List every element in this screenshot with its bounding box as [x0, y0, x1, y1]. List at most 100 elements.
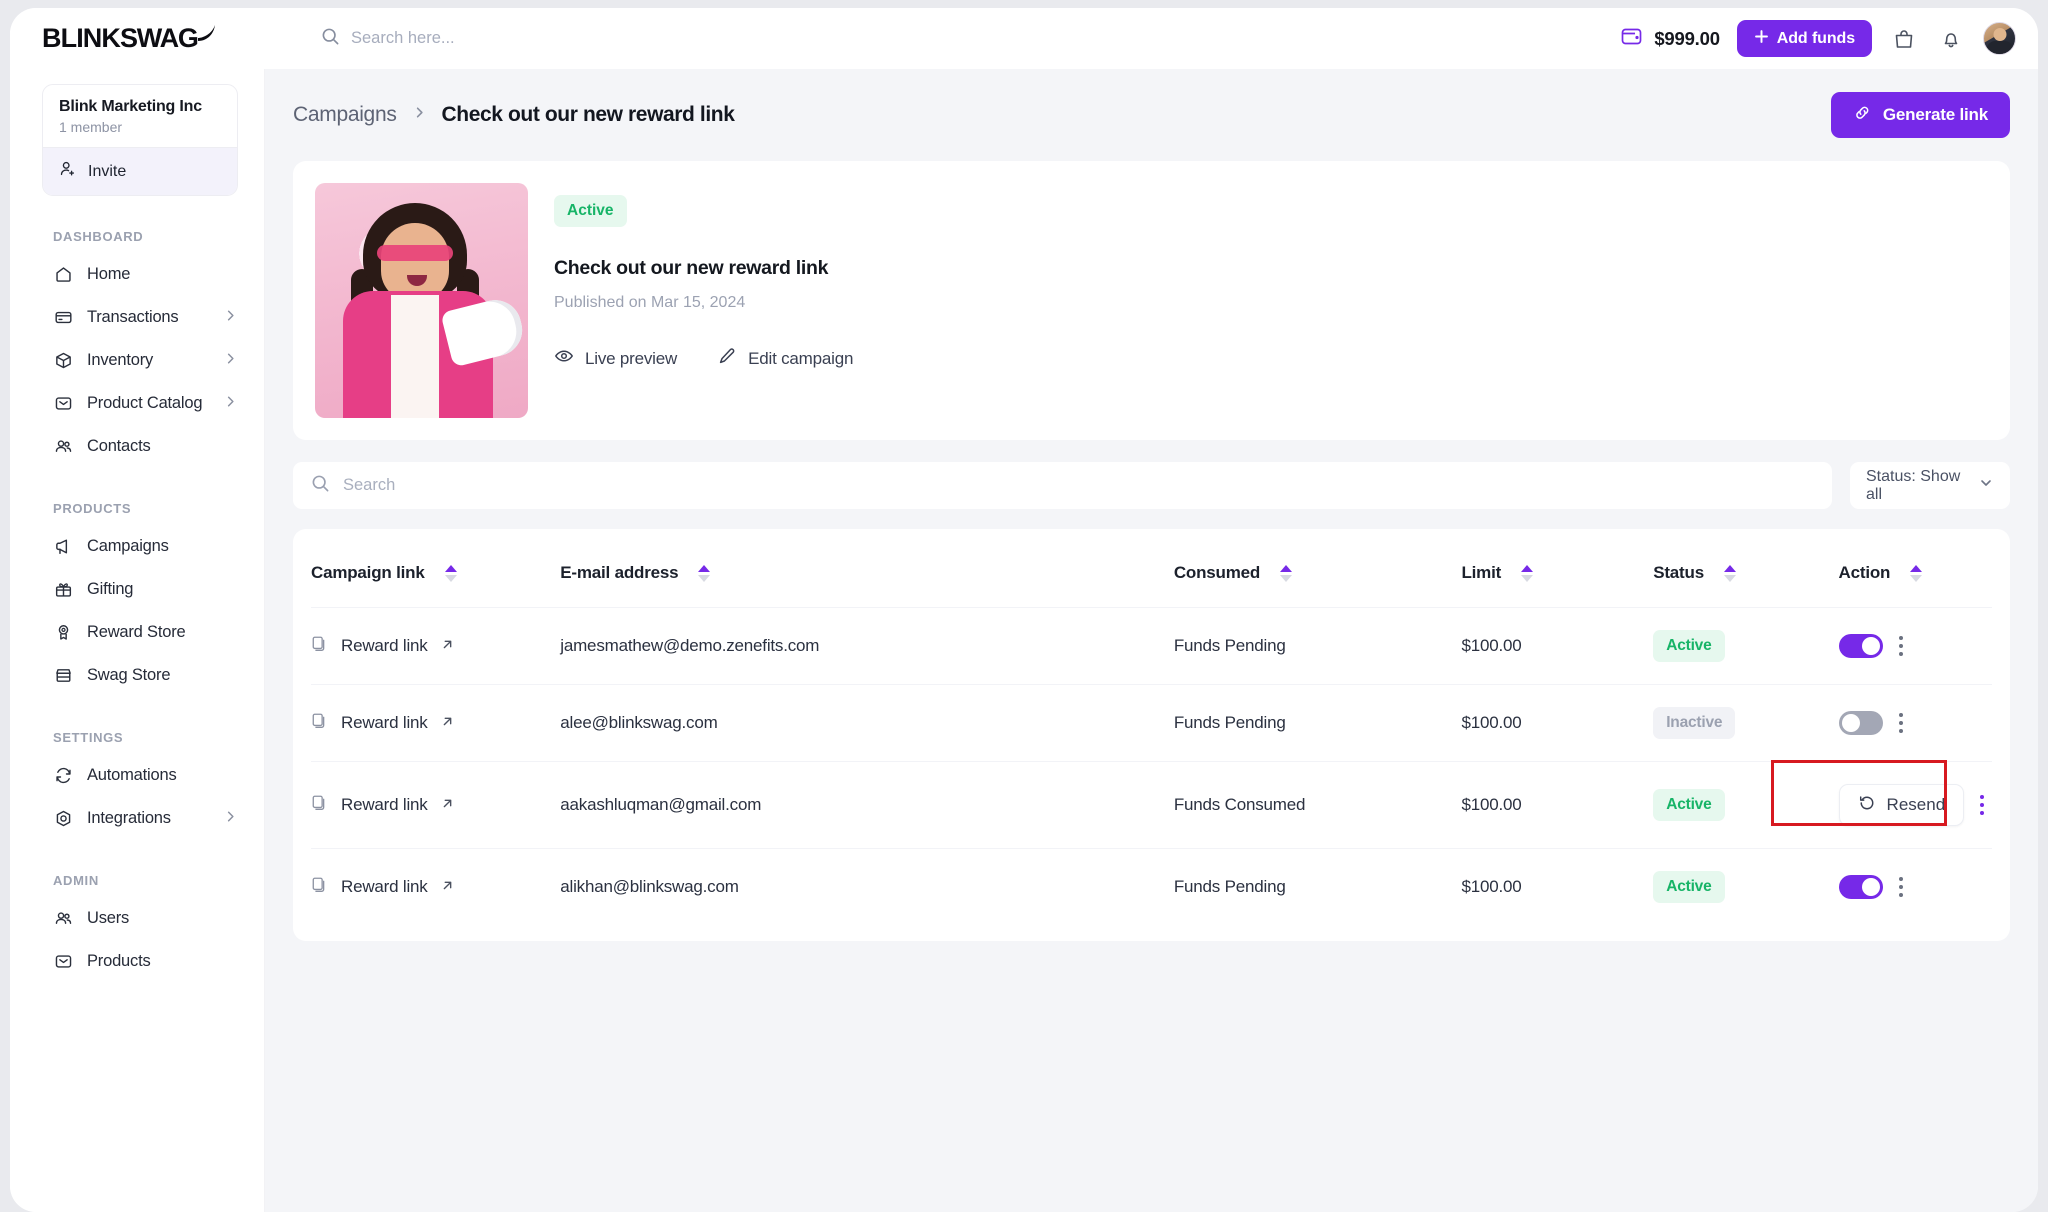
copy-icon[interactable] [311, 794, 328, 816]
row-menu-button[interactable] [1893, 873, 1909, 901]
sidebar-item-integrations[interactable]: Integrations [10, 797, 264, 840]
copy-icon[interactable] [311, 635, 328, 657]
brand-name-part2: SWAG [120, 23, 199, 53]
external-link-icon[interactable] [441, 636, 454, 656]
breadcrumb: Campaigns Check out our new reward link [293, 103, 735, 127]
status-toggle[interactable] [1838, 875, 1883, 899]
status-badge: Active [1653, 789, 1725, 821]
refresh-icon [53, 766, 73, 786]
sidebar-label-inventory: Inventory [87, 351, 154, 369]
status-toggle[interactable] [1838, 634, 1883, 658]
sidebar-label-contacts: Contacts [87, 437, 151, 455]
campaign-actions: Live preview Edit campaign [554, 346, 1988, 371]
bell-icon[interactable] [1936, 24, 1966, 54]
sort-toggle[interactable] [444, 564, 457, 582]
hexagon-icon [53, 809, 73, 829]
app-body: Blink Marketing Inc 1 member Invite DASH… [10, 69, 2038, 1212]
sidebar-label-product-catalog: Product Catalog [87, 394, 203, 412]
sidebar-item-campaigns[interactable]: Campaigns [10, 525, 264, 568]
status-filter-label: Status: Show all [1866, 467, 1961, 503]
swoosh-icon [195, 22, 217, 49]
chevron-right-icon [223, 394, 238, 414]
sidebar-label-home: Home [87, 265, 131, 283]
sidebar-label-reward-store: Gifting [87, 580, 134, 598]
chevron-down-icon [1978, 475, 1994, 496]
column-campaign-link[interactable]: Campaign link [311, 547, 560, 608]
sort-toggle[interactable] [1280, 564, 1293, 582]
filter-row: Status: Show all [293, 462, 2010, 509]
table-search-input[interactable] [343, 476, 1814, 495]
sidebar-item-inventory[interactable]: Inventory [10, 339, 264, 382]
status-toggle[interactable] [1838, 711, 1883, 735]
search-input[interactable] [351, 29, 671, 48]
external-link-icon[interactable] [441, 795, 454, 815]
row-menu-button[interactable] [1893, 709, 1909, 737]
column-label: Action [1838, 563, 1891, 582]
sidebar-item-users[interactable]: Users [10, 897, 264, 940]
sidebar-item-contacts[interactable]: Contacts [10, 425, 264, 468]
sidebar-item-reward-store[interactable]: Reward Store [10, 611, 264, 654]
eye-icon [554, 346, 574, 371]
edit-campaign-label: Edit campaign [748, 348, 854, 368]
column-status[interactable]: Status [1653, 547, 1838, 608]
reward-link-cell[interactable]: Reward link [311, 712, 560, 734]
reward-link-cell[interactable]: Reward link [311, 635, 560, 657]
sort-toggle[interactable] [1723, 564, 1736, 582]
sidebar-item-gifting[interactable]: Gifting [10, 568, 264, 611]
external-link-icon[interactable] [441, 877, 454, 897]
reward-link-label: Reward link [341, 713, 428, 732]
sort-toggle[interactable] [1521, 564, 1534, 582]
generate-link-button[interactable]: Generate link [1830, 92, 2010, 138]
sort-toggle[interactable] [698, 564, 711, 582]
resend-icon [1858, 794, 1876, 817]
column-email-address[interactable]: E-mail address [560, 547, 1174, 608]
top-bar: BLINKSWAG $999.00 Add f [10, 8, 2038, 69]
global-search[interactable] [265, 27, 1621, 51]
sidebar-item-product-catalog[interactable]: Product Catalog [10, 382, 264, 425]
column-label: E-mail address [560, 563, 679, 582]
resend-label: Resend [1886, 795, 1946, 814]
column-action[interactable]: Action [1839, 547, 1992, 608]
brand-logo[interactable]: BLINKSWAG [28, 23, 265, 54]
copy-icon[interactable] [311, 876, 328, 898]
live-preview-button[interactable]: Live preview [554, 346, 677, 371]
row-menu-button[interactable] [1893, 632, 1909, 660]
contacts-icon [53, 909, 73, 929]
status-badge: Inactive [1653, 707, 1736, 739]
edit-campaign-button[interactable]: Edit campaign [717, 346, 853, 371]
breadcrumb-campaigns[interactable]: Campaigns [293, 103, 397, 127]
sort-toggle[interactable] [1910, 564, 1923, 582]
sidebar-item-home[interactable]: Home [10, 253, 264, 296]
reward-link-cell[interactable]: Reward link [311, 876, 560, 898]
live-preview-label: Live preview [585, 348, 678, 368]
avatar[interactable] [1983, 22, 2016, 55]
resend-button[interactable]: Resend [1838, 784, 1965, 826]
invite-label: Invite [88, 162, 127, 180]
wallet-balance[interactable]: $999.00 [1621, 26, 1720, 51]
limit-cell: $100.00 [1461, 761, 1654, 849]
app-window: BLINKSWAG $999.00 Add f [10, 8, 2038, 1212]
external-link-icon[interactable] [441, 713, 454, 733]
sidebar-item-transactions[interactable]: Transactions [10, 296, 264, 339]
sidebar-item-swag-store[interactable]: Swag Store [10, 654, 264, 697]
email-cell: alee@blinkswag.com [560, 684, 1174, 762]
consumed-cell: Funds Pending [1173, 607, 1462, 685]
copy-icon[interactable] [311, 712, 328, 734]
invite-button[interactable]: Invite [43, 147, 237, 195]
table-search[interactable] [293, 462, 1832, 509]
column-consumed[interactable]: Consumed [1174, 547, 1462, 608]
home-icon [53, 265, 73, 285]
reward-link-cell[interactable]: Reward link [311, 794, 560, 816]
add-funds-button[interactable]: Add funds [1736, 20, 1872, 57]
column-label: Consumed [1173, 563, 1261, 582]
consumed-cell: Funds Consumed [1173, 761, 1462, 849]
column-limit[interactable]: Limit [1461, 547, 1653, 608]
status-filter-dropdown[interactable]: Status: Show all [1850, 462, 2010, 509]
bag-icon[interactable] [1889, 24, 1919, 54]
sidebar-item-products[interactable]: Products [10, 940, 264, 983]
reward-link-label: Reward link [341, 795, 428, 814]
row-menu-button[interactable] [1974, 791, 1990, 819]
sidebar-item-automations[interactable]: Automations [10, 754, 264, 797]
action-cell [1838, 709, 1992, 737]
add-funds-label: Add funds [1776, 29, 1855, 47]
